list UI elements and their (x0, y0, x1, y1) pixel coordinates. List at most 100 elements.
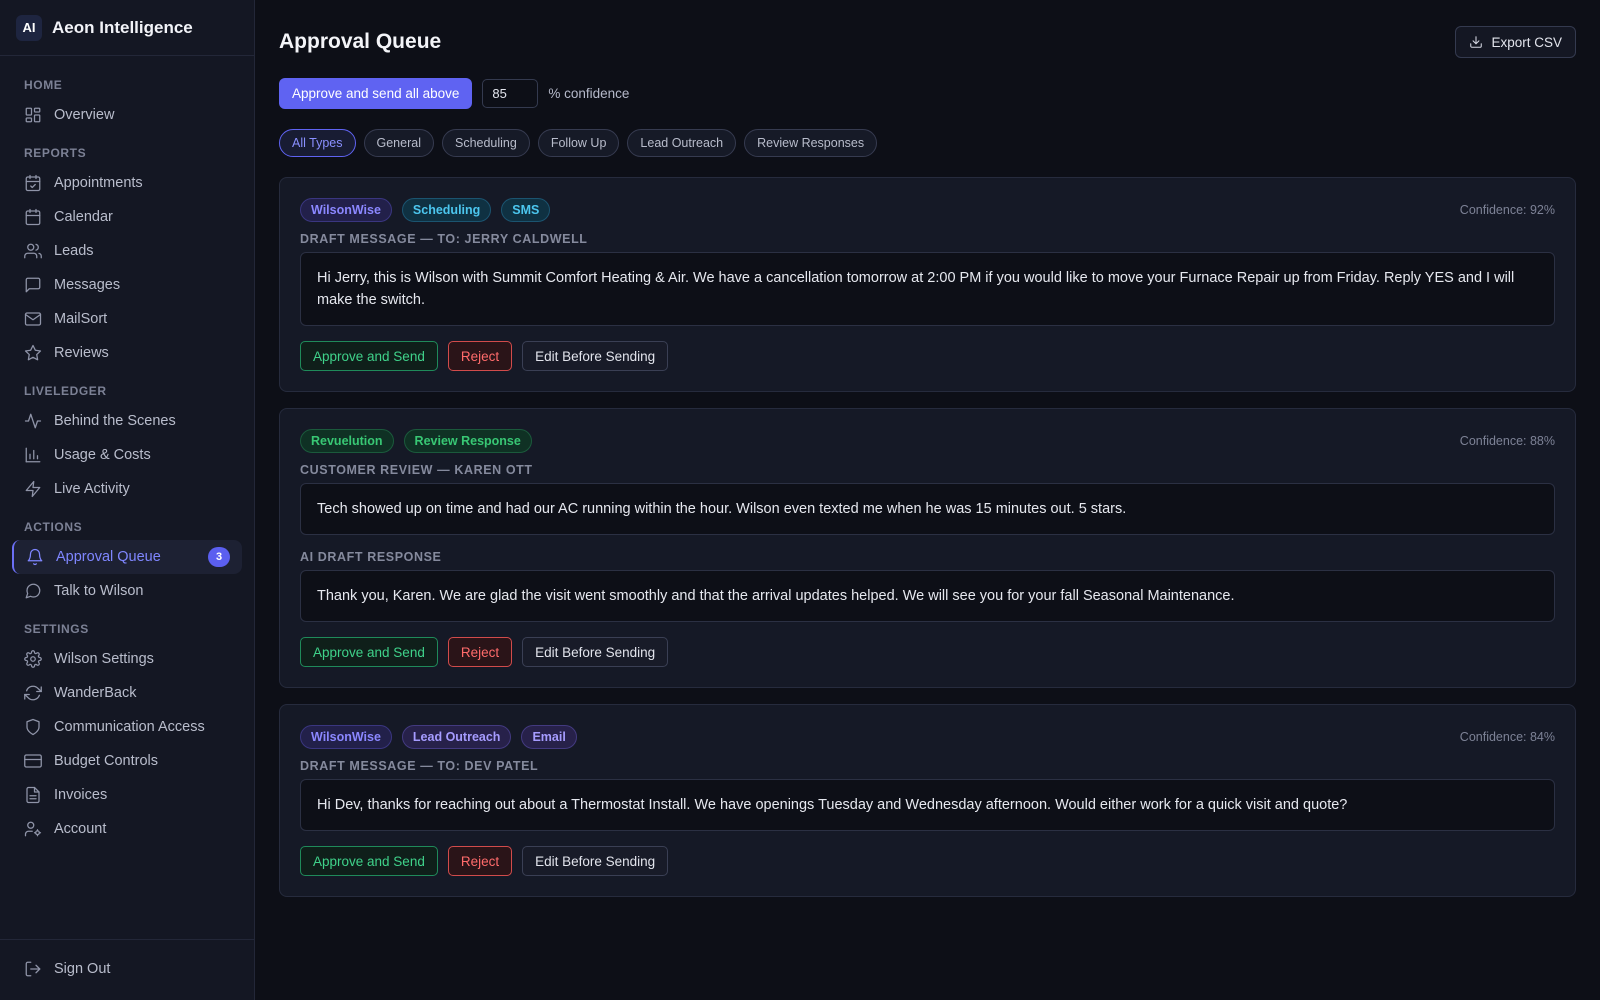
sidebar-item-leads[interactable]: Leads (12, 234, 242, 268)
sidebar-item-live-activity[interactable]: Live Activity (12, 472, 242, 506)
export-csv-button[interactable]: Export CSV (1455, 26, 1576, 58)
sidebar-item-overview[interactable]: Overview (12, 98, 242, 132)
field-label: CUSTOMER REVIEW — KAREN OTT (300, 463, 533, 477)
sidebar-item-label: Reviews (54, 345, 109, 361)
approval-card: WilsonWise Lead Outreach Email Confidence: … (279, 704, 1576, 897)
sidebar-item-label: Live Activity (54, 481, 130, 497)
approve-and-send-button[interactable]: Approve and Send (300, 341, 438, 371)
filter-chip-general[interactable]: General (363, 129, 434, 157)
bell-icon (26, 548, 44, 566)
shield-icon (24, 718, 42, 736)
sidebar-item-label: Calendar (54, 209, 113, 225)
message-text: Thank you, Karen. We are glad the visit … (300, 570, 1555, 622)
sidebar-item-label: Leads (54, 243, 94, 259)
filter-chip-lead-outreach[interactable]: Lead Outreach (627, 129, 737, 157)
users-icon (24, 242, 42, 260)
edit-before-sending-button[interactable]: Edit Before Sending (522, 846, 669, 876)
sidebar-item-label: MailSort (54, 311, 108, 327)
filter-chip-scheduling[interactable]: Scheduling (441, 129, 530, 157)
section-title-liveledger: LIVELEDGER (24, 384, 107, 398)
tag-badge: WilsonWise (300, 725, 392, 749)
sidebar-item-calendar[interactable]: Calendar (12, 200, 242, 234)
tag-badge: WilsonWise (300, 198, 392, 222)
count-badge: 3 (208, 547, 230, 567)
reject-button[interactable]: Reject (447, 637, 513, 667)
sidebar-item-label: Behind the Scenes (54, 413, 176, 429)
approval-cards: WilsonWise Scheduling SMS Confidence: 92% DR… (279, 177, 1576, 897)
filter-chip-follow-up[interactable]: Follow Up (537, 129, 620, 157)
section-title-reports: REPORTS (24, 146, 87, 160)
sidebar-item-account[interactable]: Account (12, 812, 242, 846)
download-icon (1469, 35, 1483, 49)
sidebar-item-label: Invoices (54, 787, 108, 803)
sidebar-item-label: WanderBack (54, 685, 137, 701)
card-actions: Approve and Send Reject Edit Before Sendin… (300, 341, 1555, 371)
sidebar-item-messages[interactable]: Messages (12, 268, 242, 302)
message-text: Hi Dev, thanks for reaching out about a … (300, 779, 1555, 831)
calendar-check-icon (24, 174, 42, 192)
approval-card: WilsonWise Scheduling SMS Confidence: 92% DR… (279, 177, 1576, 392)
export-csv-label: Export CSV (1491, 34, 1562, 50)
sidebar-item-label: Talk to Wilson (54, 583, 144, 599)
edit-before-sending-button[interactable]: Edit Before Sending (522, 637, 669, 667)
chat-bubble-icon (24, 582, 42, 600)
brand-name: Aeon Intelligence (52, 17, 193, 37)
card-tags: WilsonWise Lead Outreach Email (300, 725, 577, 749)
section-title-actions: ACTIONS (24, 520, 83, 534)
sign-out-button[interactable]: Sign Out (12, 952, 242, 986)
approve-and-send-button[interactable]: Approve and Send (300, 637, 438, 667)
sidebar-item-budget-controls[interactable]: Budget Controls (12, 744, 242, 778)
card-tags: WilsonWise Scheduling SMS (300, 198, 551, 222)
sidebar-item-reviews[interactable]: Reviews (12, 336, 242, 370)
confidence-score: Confidence: 92% (1459, 203, 1555, 217)
sidebar-nav: HOME Overview REPORTS Appointments Calendar L… (0, 56, 254, 939)
card-header: WilsonWise Lead Outreach Email Confidence: … (300, 725, 1555, 749)
sidebar-item-wanderback[interactable]: WanderBack (12, 676, 242, 710)
section-title-home: HOME (24, 78, 63, 92)
brand[interactable]: AI Aeon Intelligence (0, 0, 254, 56)
sidebar-item-label: Wilson Settings (54, 651, 154, 667)
gear-icon (24, 650, 42, 668)
user-gear-icon (24, 820, 42, 838)
reject-button[interactable]: Reject (447, 846, 513, 876)
activity-icon (24, 412, 42, 430)
grid-icon (24, 106, 42, 124)
filter-chip-all-types[interactable]: All Types (279, 129, 356, 157)
sidebar-item-label: Approval Queue (56, 549, 161, 565)
edit-before-sending-button[interactable]: Edit Before Sending (522, 341, 669, 371)
sidebar-footer: Sign Out (0, 939, 254, 1000)
sidebar-item-wilson-settings[interactable]: Wilson Settings (12, 642, 242, 676)
section-title-settings: SETTINGS (24, 622, 89, 636)
confidence-score: Confidence: 84% (1459, 730, 1555, 744)
sidebar-item-label: Usage & Costs (54, 447, 151, 463)
confidence-score: Confidence: 88% (1459, 434, 1555, 448)
card-actions: Approve and Send Reject Edit Before Sendin… (300, 637, 1555, 667)
sidebar-item-label: Communication Access (54, 719, 205, 735)
field-label: AI DRAFT RESPONSE (300, 550, 442, 564)
sidebar-item-label: Messages (54, 277, 121, 293)
sidebar-item-mailsort[interactable]: MailSort (12, 302, 242, 336)
sidebar-item-label: Account (54, 821, 107, 837)
approve-and-send-button[interactable]: Approve and Send (300, 846, 438, 876)
credit-card-icon (24, 752, 42, 770)
filter-chip-review-responses[interactable]: Review Responses (744, 129, 878, 157)
tag-badge: Revuelution (300, 429, 394, 453)
tag-badge: Lead Outreach (401, 725, 512, 749)
brand-logo: AI (16, 14, 42, 41)
sidebar-item-usage-costs[interactable]: Usage & Costs (12, 438, 242, 472)
approve-all-above-button[interactable]: Approve and send all above (279, 78, 473, 109)
sidebar-item-invoices[interactable]: Invoices (12, 778, 242, 812)
message-square-icon (24, 276, 42, 294)
sidebar-item-approval-queue[interactable]: Approval Queue 3 (12, 540, 242, 574)
reject-button[interactable]: Reject (447, 341, 513, 371)
card-header: Revuelution Review Response Confidence: 88… (300, 429, 1555, 453)
sign-out-icon (24, 960, 42, 978)
message-text: Tech showed up on time and had our AC ru… (300, 483, 1555, 535)
confidence-threshold-input[interactable] (482, 79, 539, 108)
sidebar-item-appointments[interactable]: Appointments (12, 166, 242, 200)
sidebar-item-talk-to-wilson[interactable]: Talk to Wilson (12, 574, 242, 608)
sidebar-item-behind-the-scenes[interactable]: Behind the Scenes (12, 404, 242, 438)
page-header: Approval Queue Export CSV (279, 26, 1576, 58)
message-text: Hi Jerry, this is Wilson with Summit Com… (300, 252, 1555, 326)
sidebar-item-communication-access[interactable]: Communication Access (12, 710, 242, 744)
